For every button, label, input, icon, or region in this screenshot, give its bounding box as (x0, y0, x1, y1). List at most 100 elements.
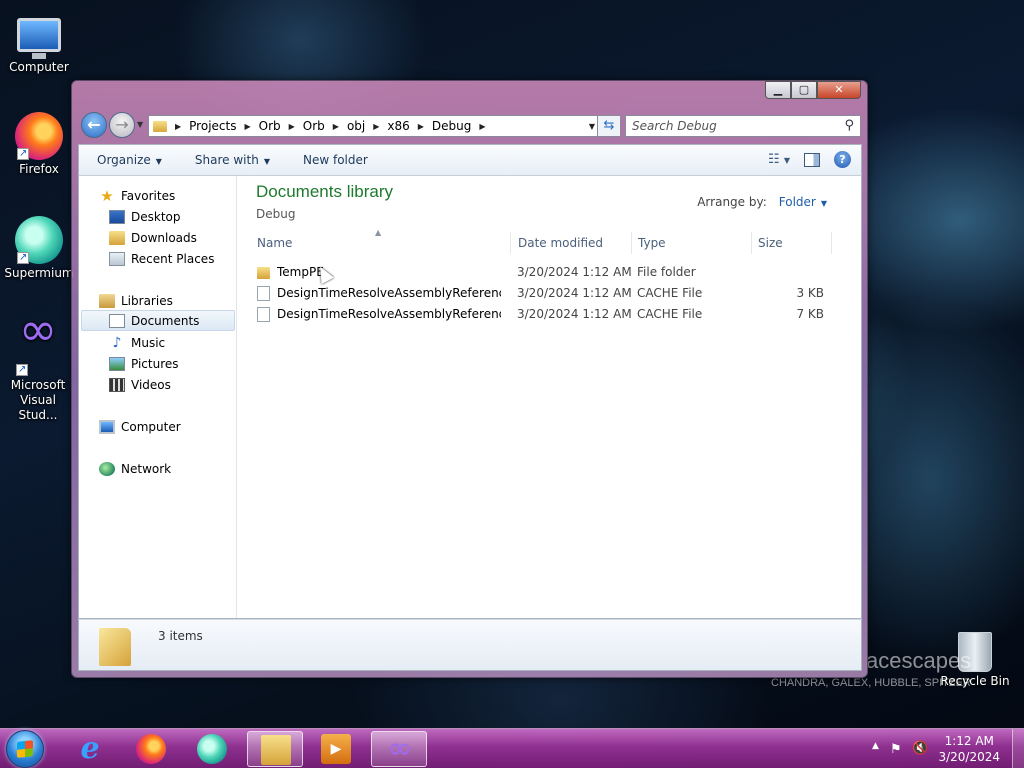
clock-time: 1:12 AM (944, 734, 994, 748)
file-row[interactable]: TempPE 3/20/2024 1:12 AM File folder (253, 262, 828, 283)
taskbar-internet-explorer[interactable]: e (62, 731, 118, 767)
file-row[interactable]: DesignTimeResolveAssemblyReferences.... … (253, 283, 828, 304)
file-size: 3 KB (796, 286, 824, 300)
system-tray: ▲ ⚑ 🔇 1:12 AM 3/20/2024 (864, 729, 1024, 768)
nav-pictures[interactable]: Pictures (109, 353, 179, 374)
nav-recent-places[interactable]: Recent Places (109, 248, 214, 269)
file-row[interactable]: DesignTimeResolveAssemblyReferencesI... … (253, 304, 828, 325)
action-center-icon[interactable]: ⚑ (890, 742, 902, 757)
show-hidden-icons-icon[interactable]: ▲ (872, 741, 879, 751)
organize-button[interactable]: Organize ▼ (79, 153, 177, 167)
recent-pages-dropdown[interactable]: ▼ (137, 120, 143, 129)
search-placeholder: Search Debug (632, 119, 717, 133)
arrow-left-icon: ← (87, 115, 101, 134)
column-header-size[interactable]: Size (754, 232, 832, 254)
network-icon (99, 461, 115, 476)
nav-desktop[interactable]: Desktop (109, 206, 181, 227)
nav-label: Favorites (121, 188, 176, 203)
address-bar[interactable]: ▶ Projects ▶ Orb ▶ Orb ▶ obj ▶ x86 ▶ Deb… (148, 115, 600, 137)
taskbar-visual-studio[interactable]: ∞ (371, 731, 427, 767)
address-history-dropdown[interactable]: ▼ (589, 122, 595, 131)
maximize-button[interactable]: ▢ (791, 81, 817, 99)
volume-muted-icon[interactable]: 🔇 (912, 741, 928, 756)
chevron-right-icon[interactable]: ▶ (373, 122, 379, 131)
file-list-pane: Documents library Debug Arrange by: Folde… (237, 176, 861, 618)
desktop-icon-firefox[interactable]: Firefox (1, 112, 77, 177)
arrange-by-dropdown[interactable]: Folder (779, 195, 816, 209)
taskbar-media-player[interactable]: ▶ (308, 731, 364, 767)
nav-favorites[interactable]: ★ Favorites (99, 185, 175, 206)
taskbar-explorer[interactable] (247, 731, 303, 767)
star-icon: ★ (100, 186, 114, 205)
column-header-name[interactable]: Name (253, 232, 511, 254)
computer-icon (99, 419, 115, 434)
nav-label: Music (131, 335, 166, 350)
nav-label: Desktop (131, 209, 181, 224)
arrow-right-icon: → (115, 115, 129, 134)
library-subtitle: Debug (256, 207, 296, 221)
desktop-icon-label: Firefox (19, 162, 59, 176)
recent-places-icon (109, 251, 125, 266)
explorer-folder-icon (261, 735, 291, 765)
breadcrumb-item[interactable]: Orb (303, 119, 325, 133)
desktop-icon-supermium[interactable]: Supermium (1, 216, 77, 281)
forward-button[interactable]: → (109, 112, 135, 138)
share-with-button[interactable]: Share with ▼ (177, 153, 285, 167)
nav-computer[interactable]: Computer (99, 416, 181, 437)
preview-pane-icon[interactable] (804, 152, 820, 167)
chevron-right-icon[interactable]: ▶ (289, 122, 295, 131)
start-button[interactable] (6, 730, 44, 768)
column-header-type[interactable]: Type (634, 232, 752, 254)
breadcrumb-item[interactable]: Orb (259, 119, 281, 133)
taskbar-firefox[interactable] (123, 731, 179, 767)
shortcut-arrow-icon (16, 362, 28, 377)
chevron-down-icon: ▼ (263, 157, 270, 166)
nav-network[interactable]: Network (99, 458, 171, 479)
chevron-down-icon[interactable]: ▼ (821, 199, 827, 208)
nav-libraries[interactable]: Libraries (99, 290, 173, 311)
file-name: DesignTimeResolveAssemblyReferences.... (277, 286, 501, 300)
file-type: File folder (637, 265, 696, 279)
view-options-icon[interactable]: ☷ ▼ (768, 152, 790, 167)
chevron-right-icon[interactable]: ▶ (175, 122, 181, 131)
desktop-icon-visual-studio[interactable]: Microsoft Visual Stud... (0, 322, 76, 423)
chevron-right-icon[interactable]: ▶ (418, 122, 424, 131)
file-size: 7 KB (796, 307, 824, 321)
chevron-right-icon[interactable]: ▶ (244, 122, 250, 131)
file-type: CACHE File (637, 286, 703, 300)
nav-videos[interactable]: Videos (109, 374, 171, 395)
shortcut-arrow-icon (17, 146, 29, 161)
minimize-button[interactable]: ▁ (765, 81, 791, 99)
chevron-right-icon[interactable]: ▶ (479, 122, 485, 131)
column-header-date[interactable]: Date modified (514, 232, 632, 254)
nav-documents[interactable]: Documents (81, 310, 235, 331)
search-icon[interactable]: ⚲ (844, 118, 854, 133)
desktop-icon-computer[interactable]: Computer (1, 10, 77, 75)
new-folder-button[interactable]: New folder (285, 153, 383, 167)
wallpaper-watermark-credits: CHANDRA, GALEX, HUBBLE, SPITZER (771, 677, 971, 689)
nav-label: Libraries (121, 293, 173, 308)
chevron-right-icon[interactable]: ▶ (333, 122, 339, 131)
close-button[interactable]: ✕ (817, 81, 861, 99)
clock[interactable]: 1:12 AM 3/20/2024 (938, 733, 1000, 765)
refresh-button[interactable]: ⇆ (597, 115, 621, 137)
breadcrumb-item[interactable]: x86 (387, 119, 409, 133)
show-desktop-button[interactable] (1012, 729, 1024, 768)
window-controls: ▁ ▢ ✕ (765, 81, 861, 99)
file-icon (257, 286, 270, 301)
details-pane: 3 items (78, 619, 862, 671)
firefox-icon (136, 734, 166, 764)
help-icon[interactable]: ? (834, 151, 851, 168)
breadcrumb-item[interactable]: Debug (432, 119, 471, 133)
breadcrumb-item[interactable]: Projects (189, 119, 236, 133)
item-count: 3 items (158, 629, 203, 643)
nav-downloads[interactable]: Downloads (109, 227, 197, 248)
command-bar: Organize ▼ Share with ▼ New folder ☷ ▼ ? (78, 144, 862, 176)
back-button[interactable]: ← (81, 112, 107, 138)
nav-music[interactable]: ♪ Music (109, 332, 166, 353)
windows-logo-icon (17, 740, 33, 758)
breadcrumb-item[interactable]: obj (347, 119, 365, 133)
taskbar-supermium[interactable] (184, 731, 240, 767)
search-input[interactable]: Search Debug ⚲ (625, 115, 861, 137)
arrange-by-label: Arrange by: (697, 195, 767, 209)
